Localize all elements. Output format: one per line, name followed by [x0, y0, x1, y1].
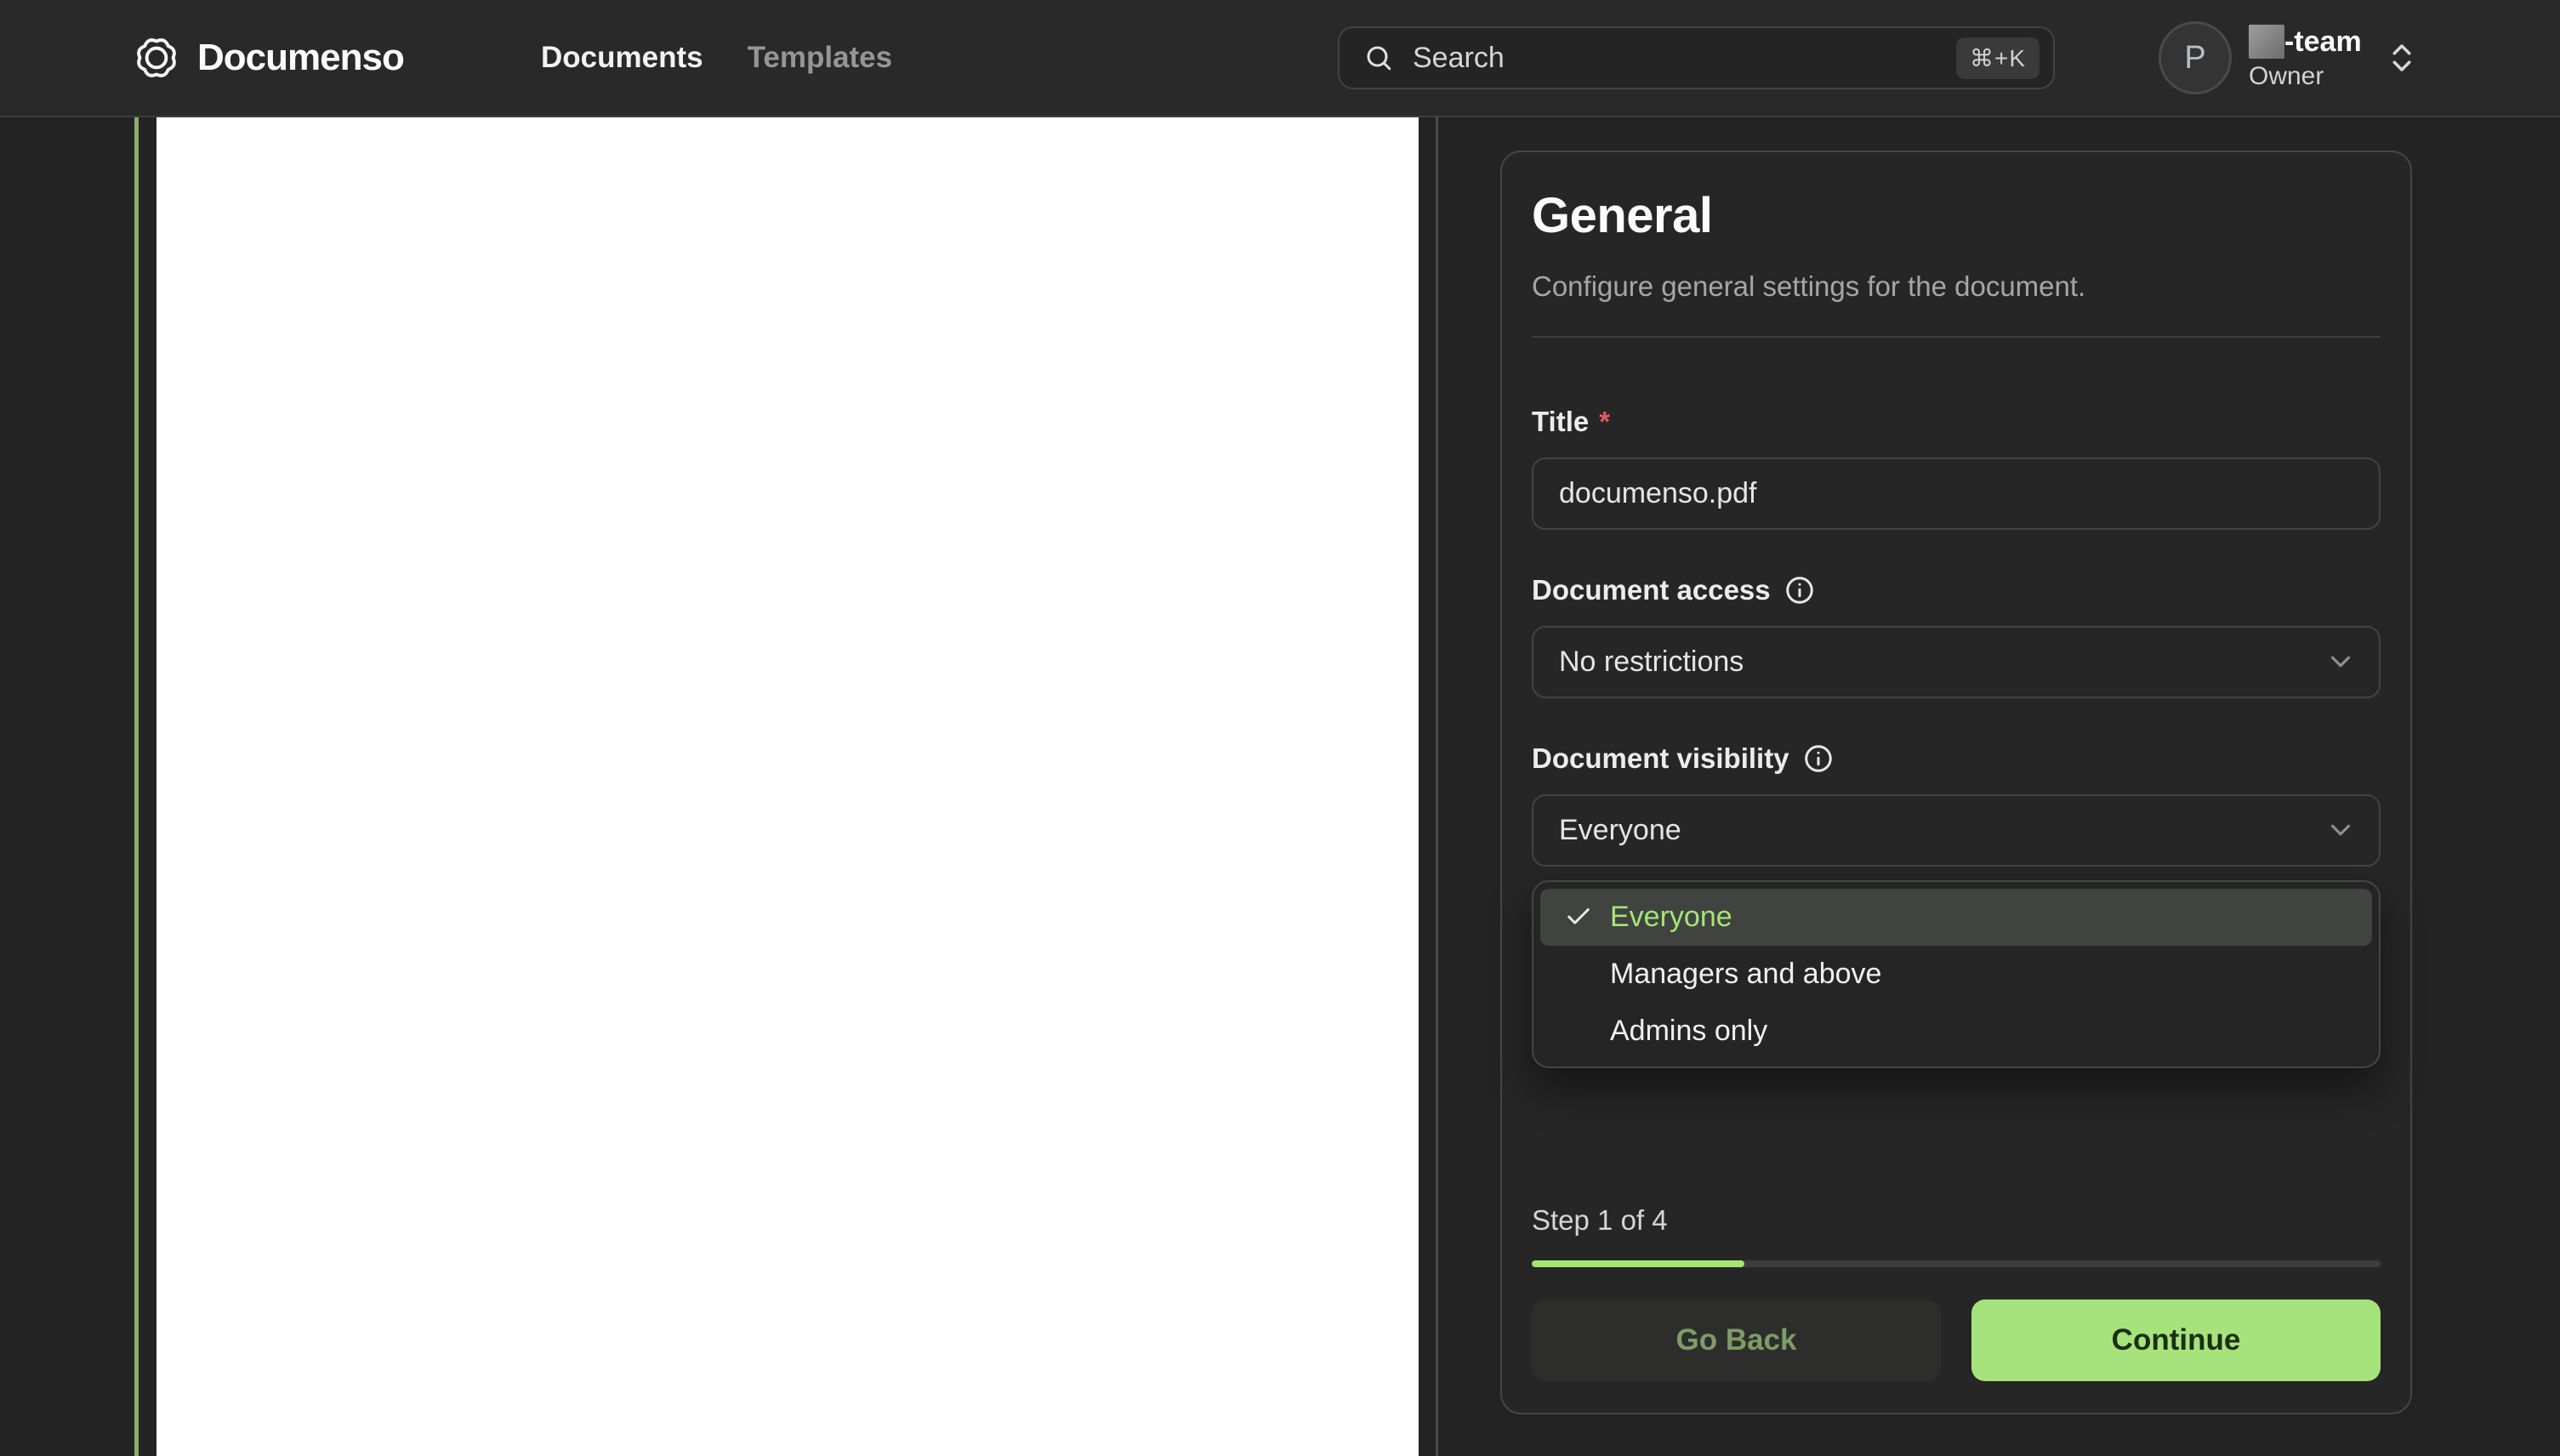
documenso-logo[interactable]: Documenso — [134, 0, 405, 116]
main-nav: Documents Templates — [541, 0, 892, 116]
account-info: -team Owner — [2249, 25, 2362, 91]
panel-title: General — [1532, 188, 1713, 243]
document-access-select[interactable]: No restrictions — [1532, 625, 2381, 698]
title-input[interactable]: documenso.pdf — [1532, 458, 2381, 531]
team-name-suffix: -team — [2284, 25, 2362, 58]
chevron-down-icon — [2330, 824, 2351, 836]
team-name: -team — [2249, 25, 2362, 59]
chevron-down-icon — [2330, 657, 2351, 668]
search-shortcut-badge: ⌘+K — [1955, 37, 2039, 79]
info-icon[interactable] — [1803, 743, 1834, 774]
wizard-buttons: Go Back Continue — [1532, 1299, 2381, 1381]
document-visibility-select[interactable]: Everyone — [1532, 793, 2381, 867]
documenso-logo-icon — [137, 38, 176, 77]
step-indicator: Step 1 of 4 — [1532, 1203, 1668, 1236]
option-admins-only[interactable]: Admins only — [1540, 1003, 2372, 1060]
account-menu[interactable]: P -team Owner — [2159, 0, 2420, 116]
search-input[interactable]: Search ⌘+K — [1338, 26, 2055, 89]
avatar: P — [2159, 21, 2232, 94]
search-placeholder: Search — [1413, 41, 1505, 74]
required-asterisk: * — [1599, 406, 1611, 438]
nav-item-documents[interactable]: Documents — [541, 41, 703, 75]
check-icon — [1567, 908, 1590, 924]
nav-item-templates[interactable]: Templates — [748, 41, 893, 75]
card-divider — [1532, 336, 2381, 338]
document-visibility-label: Document visibility — [1532, 741, 2381, 777]
search-icon — [1367, 46, 1391, 71]
progress-bar-fill — [1532, 1260, 1744, 1267]
title-label: Title * — [1532, 404, 2381, 441]
panel-subtitle: Configure general settings for the docum… — [1532, 270, 2086, 302]
general-settings-card: General Configure general settings for t… — [1500, 151, 2412, 1414]
option-managers-and-above[interactable]: Managers and above — [1540, 946, 2372, 1003]
brand-name: Documenso — [197, 37, 405, 78]
pane-divider — [1436, 117, 1438, 1456]
document-access-value: No restrictions — [1559, 645, 1744, 678]
title-input-value: documenso.pdf — [1559, 477, 1757, 510]
top-navbar: Documenso Documents Templates Search ⌘+K… — [0, 0, 2560, 117]
go-back-button[interactable]: Go Back — [1532, 1299, 1941, 1381]
info-icon[interactable] — [1784, 575, 1815, 606]
visibility-dropdown: Everyone Managers and above Admins only — [1532, 879, 2381, 1068]
document-visibility-value: Everyone — [1559, 813, 1681, 846]
document-access-label: Document access — [1532, 572, 2381, 609]
pdf-page-preview — [156, 117, 1419, 1456]
team-name-redacted — [2249, 25, 2284, 59]
chevrons-up-down-icon[interactable] — [2384, 40, 2420, 76]
option-everyone[interactable]: Everyone — [1540, 888, 2372, 946]
continue-button[interactable]: Continue — [1971, 1299, 2381, 1381]
account-role: Owner — [2249, 62, 2324, 90]
avatar-initial: P — [2184, 39, 2206, 76]
progress-bar — [1532, 1260, 2381, 1267]
document-edge-accent — [134, 117, 139, 1456]
